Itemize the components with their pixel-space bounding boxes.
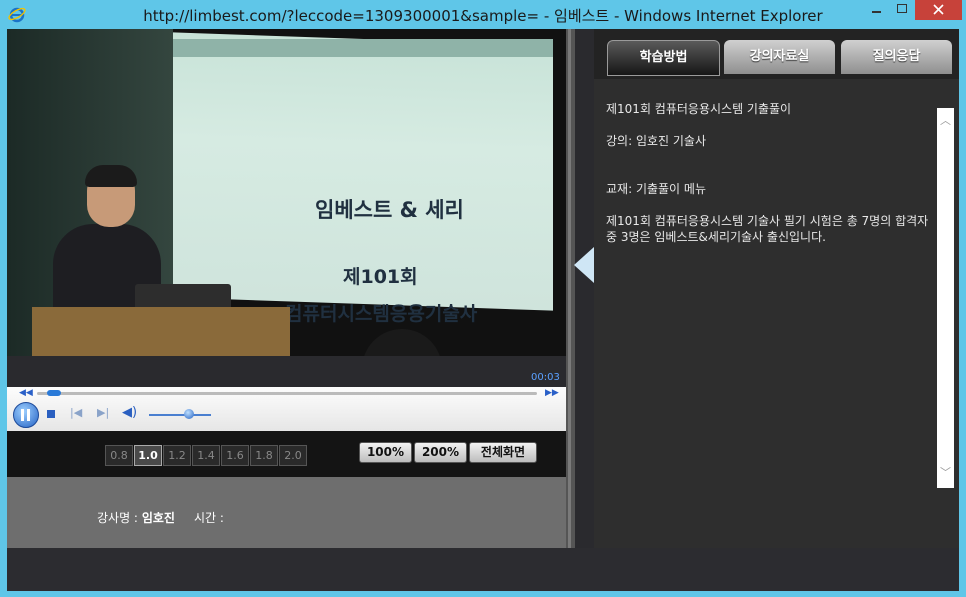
window-titlebar: http://limbest.com/?leccode=1309300001&s…: [0, 0, 966, 29]
minimize-icon: [872, 11, 881, 13]
elapsed-time: 00:03: [531, 372, 560, 383]
instructor-name: 임호진: [141, 511, 175, 525]
speed-1-2[interactable]: 1.2: [163, 445, 191, 466]
next-icon[interactable]: ▶|: [97, 406, 109, 419]
seek-bar[interactable]: [37, 392, 537, 395]
size-200-button[interactable]: 200%: [414, 442, 467, 463]
video-frame[interactable]: 임베스트 & 세리 제101회 컴퓨터시스템응용기술사: [7, 29, 566, 356]
podium: [32, 307, 290, 356]
speed-2-0[interactable]: 2.0: [279, 445, 307, 466]
instructor-label: 강사명 :: [97, 511, 138, 525]
content-line-1: 제101회 컴퓨터응용시스템 기출풀이: [606, 102, 792, 116]
volume-slider[interactable]: [149, 414, 211, 416]
slide-title: 임베스트 & 세리: [315, 198, 464, 222]
maximize-button[interactable]: [889, 0, 915, 20]
speed-1-8[interactable]: 1.8: [250, 445, 278, 466]
volume-thumb[interactable]: [184, 409, 195, 419]
content-line-4: 제101회 컴퓨터응용시스템 기술사 필기 시험은 총 7명의 합격자중 3명은…: [606, 214, 929, 244]
fast-forward-icon[interactable]: ▶▶: [545, 388, 559, 398]
scroll-up-icon[interactable]: ︿: [940, 112, 951, 128]
speed-0-8[interactable]: 0.8: [105, 445, 133, 466]
scroll-down-icon[interactable]: ﹀: [940, 464, 951, 480]
seek-thumb[interactable]: [47, 390, 61, 396]
maximize-icon: [897, 4, 907, 13]
panel-scrollbar[interactable]: ︿ ﹀: [937, 108, 954, 488]
slide-toolbar: [173, 39, 553, 57]
slide-subtitle-2: 컴퓨터시스템응용기술사: [285, 303, 478, 325]
slide-subtitle-1: 제101회: [343, 266, 418, 288]
content-line-3: 교재: 기출풀이 메뉴: [606, 182, 706, 196]
player-controls: ◀◀ ▶▶ |◀ ▶| ◀): [7, 387, 566, 431]
speed-bar: 0.8 1.0 1.2 1.4 1.6 1.8 2.0 100% 200% 전체…: [7, 431, 566, 477]
presenter-hair: [85, 165, 137, 187]
previous-icon[interactable]: |◀: [70, 406, 82, 419]
lecture-info: 강사명 : 임호진 시간 :: [7, 477, 566, 548]
tab-strip: 학습방법 강의자료실 질의응답: [594, 29, 959, 79]
content-line-2: 강의: 임호진 기술사: [606, 134, 706, 148]
study-method-content: 제101회 컴퓨터응용시스템 기출풀이 강의: 임호진 기술사 교재: 기출풀이…: [606, 101, 931, 245]
stop-icon[interactable]: [47, 410, 55, 418]
speed-1-4[interactable]: 1.4: [192, 445, 220, 466]
window-title: http://limbest.com/?leccode=1309300001&s…: [143, 7, 823, 25]
minimize-button[interactable]: [863, 0, 889, 20]
tab-study-method[interactable]: 학습방법: [607, 40, 720, 76]
pause-button[interactable]: [13, 402, 39, 428]
speed-1-6[interactable]: 1.6: [221, 445, 249, 466]
rewind-icon[interactable]: ◀◀: [19, 388, 33, 398]
size-100-button[interactable]: 100%: [359, 442, 412, 463]
close-icon: [933, 4, 944, 15]
browser-content: 임베스트 & 세리 제101회 컴퓨터시스템응용기술사 00:03 ◀◀ ▶▶ …: [7, 29, 959, 591]
panel-divider-line: [568, 29, 571, 548]
page-footer: [7, 548, 959, 591]
volume-icon[interactable]: ◀): [122, 405, 137, 420]
fullscreen-button[interactable]: 전체화면: [469, 442, 537, 463]
tab-qna[interactable]: 질의응답: [841, 40, 952, 74]
tab-lecture-materials[interactable]: 강의자료실: [724, 40, 835, 74]
time-label: 시간 :: [194, 511, 224, 525]
audience-head: [362, 329, 442, 356]
speed-1-0[interactable]: 1.0: [134, 445, 162, 466]
collapse-panel-arrow-icon[interactable]: [574, 247, 594, 283]
instructor-line: 강사명 : 임호진 시간 :: [97, 509, 224, 526]
close-button[interactable]: [915, 0, 962, 20]
